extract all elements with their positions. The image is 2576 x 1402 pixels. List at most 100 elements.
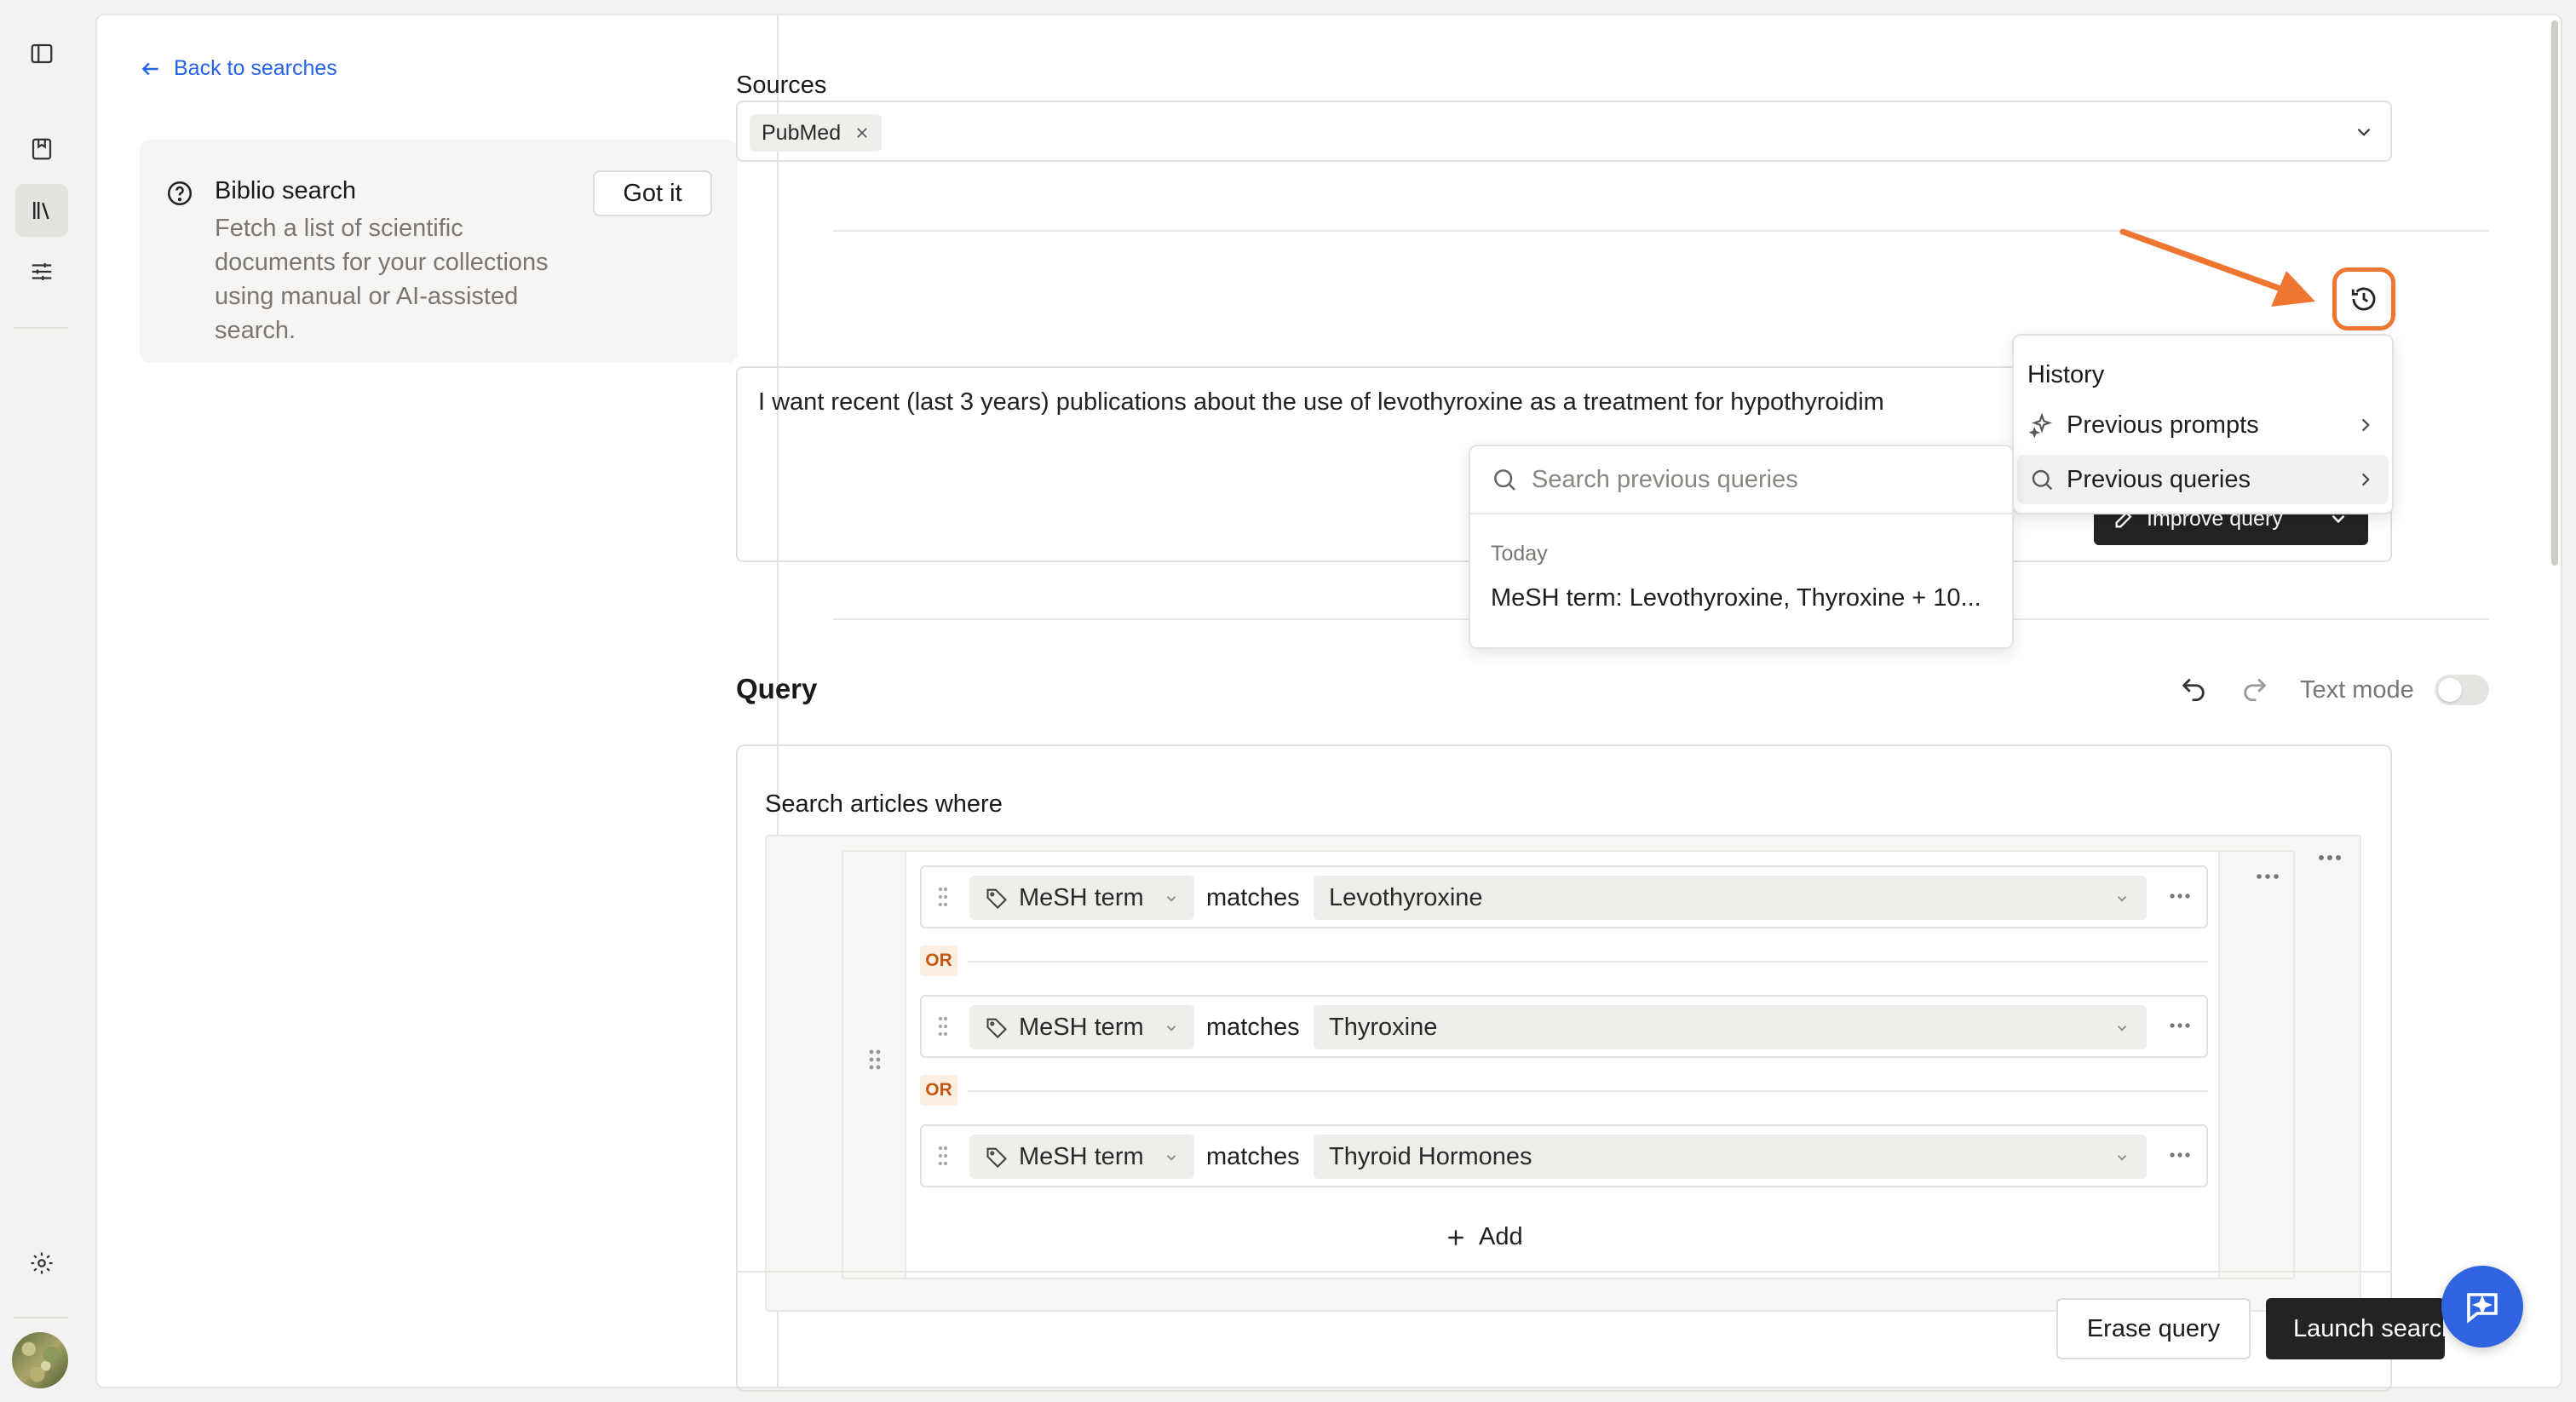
builder-title: Search articles where bbox=[765, 790, 1003, 818]
rail-divider bbox=[14, 1317, 68, 1319]
text-mode-label: Text mode bbox=[2300, 676, 2414, 704]
value-select[interactable]: Thyroid Hormones bbox=[1314, 1135, 2147, 1179]
rail-divider bbox=[14, 327, 68, 329]
info-title: Biblio search bbox=[215, 177, 357, 204]
plus-icon bbox=[1448, 1229, 1463, 1245]
field-select[interactable]: MeSH term bbox=[969, 1135, 1194, 1179]
drag-handle-icon[interactable] bbox=[937, 1015, 949, 1037]
previous-queries-popup: Today MeSH term: Levothyroxine, Thyroxin… bbox=[1469, 445, 2014, 649]
chevron-down-icon bbox=[1166, 896, 1176, 902]
library-icon[interactable] bbox=[15, 184, 68, 237]
drag-handle-icon[interactable] bbox=[937, 886, 949, 908]
chat-sparkle-icon bbox=[2467, 1293, 2498, 1324]
back-label: Back to searches bbox=[174, 56, 337, 80]
query-heading: Query bbox=[736, 673, 818, 704]
text-mode-toggle[interactable] bbox=[2435, 675, 2489, 705]
redo-icon[interactable] bbox=[2240, 675, 2269, 704]
field-select[interactable]: MeSH term bbox=[969, 1005, 1194, 1049]
chevron-right-icon bbox=[2361, 473, 2370, 486]
history-menu: History Previous prompts Previous querie… bbox=[2012, 334, 2394, 514]
criterion-row: MeSH term matches Thyroid Hormones bbox=[920, 1124, 2208, 1187]
chevron-down-icon bbox=[2117, 1026, 2127, 1031]
operator-label: matches bbox=[1206, 884, 1300, 911]
menu-item-label: Previous prompts bbox=[2067, 411, 2259, 439]
chevron-down-icon bbox=[2117, 1155, 2127, 1161]
panel-toggle-icon[interactable] bbox=[15, 27, 68, 80]
criteria-group: MeSH term matches Levothyroxine OR MeSH … bbox=[842, 850, 2295, 1279]
drag-handle-icon[interactable] bbox=[867, 1048, 883, 1072]
history-menu-title: History bbox=[2027, 361, 2105, 388]
chevron-down-icon bbox=[1166, 1026, 1176, 1031]
menu-item-previous-queries[interactable]: Previous queries bbox=[2017, 455, 2389, 504]
left-rail bbox=[0, 0, 85, 1402]
more-icon[interactable] bbox=[2169, 1022, 2191, 1029]
value-label: Thyroid Hormones bbox=[1329, 1142, 1532, 1170]
info-card: Biblio search Fetch a list of scientific… bbox=[140, 140, 738, 363]
chat-assistant-button[interactable] bbox=[2441, 1266, 2523, 1347]
sources-select[interactable]: PubMed bbox=[736, 101, 2392, 162]
undo-icon[interactable] bbox=[2179, 675, 2208, 704]
search-icon bbox=[1494, 469, 1515, 491]
previous-queries-search bbox=[1470, 446, 2012, 514]
help-circle-icon bbox=[165, 179, 194, 208]
avatar[interactable] bbox=[12, 1332, 68, 1388]
search-previous-queries-input[interactable] bbox=[1532, 465, 1992, 494]
add-criterion-button[interactable]: Add bbox=[1445, 1223, 1523, 1251]
group-label-today: Today bbox=[1491, 542, 1548, 566]
or-divider bbox=[968, 1090, 2208, 1092]
menu-item-previous-prompts[interactable]: Previous prompts bbox=[2017, 400, 2389, 450]
search-icon bbox=[2032, 469, 2053, 491]
or-connector-badge: OR bbox=[920, 1075, 957, 1106]
previous-query-item[interactable]: MeSH term: Levothyroxine, Thyroxine + 10… bbox=[1491, 584, 1981, 612]
criteria-rows: MeSH term matches Levothyroxine OR MeSH … bbox=[905, 852, 2220, 1278]
drag-handle-icon[interactable] bbox=[937, 1145, 949, 1167]
chevron-right-icon bbox=[2361, 418, 2370, 432]
annotation-arrow bbox=[2119, 228, 2315, 307]
operator-label: matches bbox=[1206, 1014, 1300, 1041]
chevron-down-icon bbox=[2353, 121, 2375, 143]
erase-query-button[interactable]: Erase query bbox=[2056, 1298, 2251, 1359]
chevron-down-icon bbox=[1166, 1155, 1176, 1161]
value-select[interactable]: Levothyroxine bbox=[1314, 876, 2147, 920]
more-icon[interactable] bbox=[2169, 893, 2191, 899]
chevron-down-icon bbox=[2117, 896, 2127, 902]
history-icon bbox=[2351, 287, 2376, 311]
info-description: Fetch a list of scientific documents for… bbox=[215, 215, 549, 344]
bookmark-icon[interactable] bbox=[15, 123, 68, 175]
or-connector-badge: OR bbox=[920, 945, 957, 976]
left-panel: Back to searches Biblio search Fetch a l… bbox=[97, 15, 779, 1387]
back-to-searches-link[interactable]: Back to searches bbox=[140, 56, 337, 81]
close-icon[interactable] bbox=[854, 125, 870, 141]
more-icon[interactable] bbox=[2256, 872, 2280, 881]
sliders-icon[interactable] bbox=[15, 245, 68, 298]
field-label: MeSH term bbox=[1019, 1142, 1144, 1170]
prompt-text: I want recent (last 3 years) publication… bbox=[758, 388, 1884, 416]
history-button[interactable] bbox=[2332, 267, 2395, 330]
more-icon[interactable] bbox=[2169, 1152, 2191, 1158]
criterion-row: MeSH term matches Levothyroxine bbox=[920, 865, 2208, 928]
launch-search-button[interactable]: Launch search bbox=[2266, 1298, 2445, 1359]
scrollbar[interactable] bbox=[2549, 14, 2561, 576]
source-chip-label: PubMed bbox=[762, 120, 842, 145]
operator-label: matches bbox=[1206, 1143, 1300, 1170]
field-label: MeSH term bbox=[1019, 883, 1144, 911]
query-builder: Search articles where MeSH term matches … bbox=[736, 744, 2392, 1392]
sparkles-icon bbox=[2029, 412, 2052, 438]
more-icon[interactable] bbox=[2317, 853, 2343, 862]
value-select[interactable]: Thyroxine bbox=[1314, 1005, 2147, 1049]
source-chip-pubmed: PubMed bbox=[750, 114, 883, 152]
settings-icon[interactable] bbox=[15, 1237, 68, 1290]
field-select[interactable]: MeSH term bbox=[969, 876, 1194, 920]
outer-group: MeSH term matches Levothyroxine OR MeSH … bbox=[765, 835, 2361, 1312]
tag-icon bbox=[986, 1018, 1007, 1039]
field-label: MeSH term bbox=[1019, 1013, 1144, 1041]
arrow-left-icon bbox=[141, 62, 158, 75]
got-it-button[interactable]: Got it bbox=[593, 170, 712, 216]
value-label: Levothyroxine bbox=[1329, 883, 1483, 911]
menu-item-label: Previous queries bbox=[2067, 465, 2251, 493]
criterion-row: MeSH term matches Thyroxine bbox=[920, 995, 2208, 1058]
value-label: Thyroxine bbox=[1329, 1013, 1438, 1041]
divider bbox=[738, 1271, 2390, 1273]
add-label: Add bbox=[1479, 1223, 1523, 1250]
sources-label: Sources bbox=[736, 72, 827, 99]
